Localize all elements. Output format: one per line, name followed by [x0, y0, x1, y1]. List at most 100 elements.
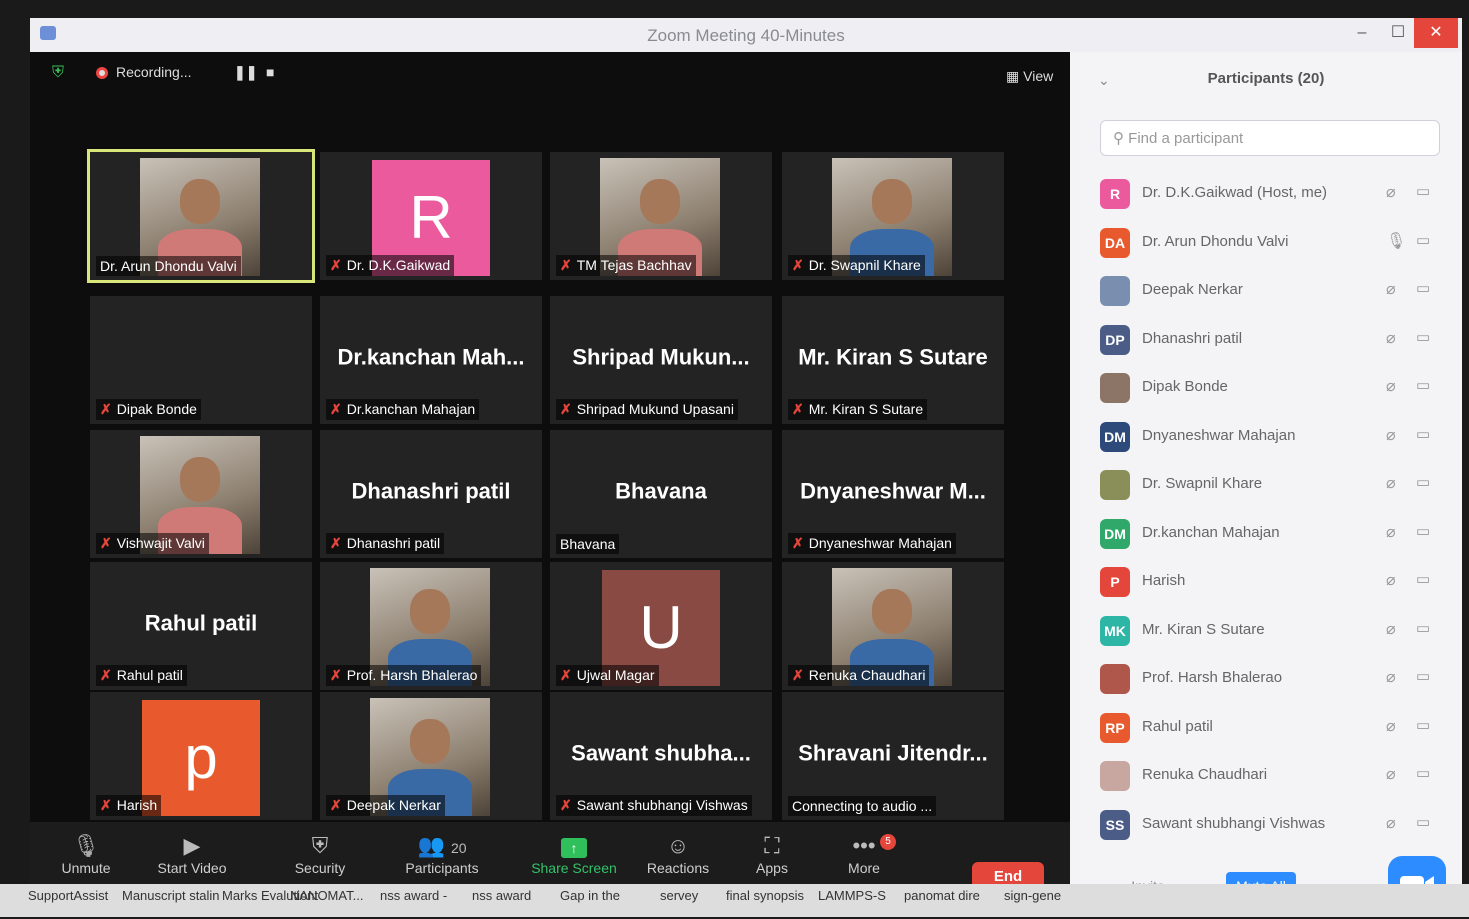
participant-row[interactable]: Renuka Chaudhari ⌀ ▭ — [1070, 752, 1462, 800]
participants-button[interactable]: 👥 20 Participants — [392, 832, 492, 876]
participant-tile[interactable]: p ✗ Harish — [90, 692, 312, 820]
pause-recording-icon[interactable]: ❚❚ — [234, 64, 257, 81]
mic-muted-icon[interactable]: ⌀ — [1386, 716, 1396, 736]
reactions-button[interactable]: ☺ Reactions — [628, 832, 728, 876]
mic-muted-icon[interactable]: ⌀ — [1386, 667, 1396, 687]
mic-muted-icon[interactable]: ⌀ — [1386, 473, 1396, 493]
mic-muted-icon[interactable]: ⌀ — [1386, 522, 1396, 542]
participant-search-input[interactable]: ⚲ Find a participant — [1100, 120, 1440, 156]
participant-tile[interactable]: Dnyaneshwar M... ✗ Dnyaneshwar Mahajan — [782, 430, 1004, 558]
participant-row[interactable]: Dipak Bonde ⌀ ▭ — [1070, 364, 1462, 412]
mic-muted-icon[interactable]: ⌀ — [1386, 813, 1396, 833]
camera-off-icon[interactable]: ▭ — [1416, 764, 1430, 782]
participant-tile[interactable]: ✗ Dr. Swapnil Khare — [782, 152, 1004, 280]
taskbar-item[interactable]: nss award - — [380, 888, 447, 903]
participant-row[interactable]: Deepak Nerkar ⌀ ▭ — [1070, 267, 1462, 315]
camera-off-icon[interactable]: ▭ — [1416, 425, 1430, 443]
shield-icon[interactable]: ⛨ — [52, 64, 64, 82]
apps-button[interactable]: ⛶ Apps — [722, 832, 822, 876]
participant-row[interactable]: DP Dhanashri patil ⌀ ▭ — [1070, 316, 1462, 364]
participant-row[interactable]: SS Sawant shubhangi Vishwas ⌀ ▭ — [1070, 801, 1462, 849]
participant-row[interactable]: MK Mr. Kiran S Sutare ⌀ ▭ — [1070, 607, 1462, 655]
mic-icon[interactable]: 🎙 — [1386, 231, 1406, 251]
participant-tile[interactable]: ✗ Renuka Chaudhari — [782, 562, 1004, 690]
participant-row[interactable]: DM Dr.kanchan Mahajan ⌀ ▭ — [1070, 510, 1462, 558]
mic-muted-icon[interactable]: ⌀ — [1386, 328, 1396, 348]
participant-row[interactable]: RP Rahul patil ⌀ ▭ — [1070, 704, 1462, 752]
camera-off-icon[interactable]: ▭ — [1416, 231, 1430, 249]
window-title: Zoom Meeting 40-Minutes — [647, 26, 845, 45]
participant-tile[interactable]: Shravani Jitendr... Connecting to audio .… — [782, 692, 1004, 820]
participant-tile[interactable]: Dr.kanchan Mah... ✗ Dr.kanchan Mahajan — [320, 296, 542, 424]
participant-tile[interactable]: Bhavana Bhavana — [550, 430, 772, 558]
camera-off-icon[interactable]: ▭ — [1416, 813, 1430, 831]
taskbar-item[interactable]: sign-gene — [1004, 888, 1061, 903]
participant-row[interactable]: R Dr. D.K.Gaikwad (Host, me) ⌀ ▭ — [1070, 170, 1462, 218]
participant-tile[interactable]: ✗ Prof. Harsh Bhalerao — [320, 562, 542, 690]
mic-muted-icon: ✗ — [330, 667, 342, 683]
taskbar-item[interactable]: Manuscript stalin — [122, 888, 220, 903]
taskbar-item[interactable]: nss award — [472, 888, 531, 903]
participant-row[interactable]: Prof. Harsh Bhalerao ⌀ ▭ — [1070, 655, 1462, 703]
mic-muted-icon[interactable]: ⌀ — [1386, 182, 1396, 202]
participant-row[interactable]: Dr. Swapnil Khare ⌀ ▭ — [1070, 461, 1462, 509]
more-button[interactable]: ••• More 5 — [814, 832, 914, 876]
participant-tile[interactable]: ✗ TM Tejas Bachhav — [550, 152, 772, 280]
taskbar-item[interactable]: SupportAssist — [28, 888, 108, 903]
mic-muted-icon[interactable]: ⌀ — [1386, 376, 1396, 396]
camera-off-icon[interactable]: ▭ — [1416, 279, 1430, 297]
security-button[interactable]: ⛨ Security — [270, 832, 370, 876]
close-button[interactable]: ✕ — [1414, 18, 1458, 48]
participant-display-name: Dr.kanchan Mah... — [337, 344, 525, 370]
recording-indicator: Recording... — [96, 64, 191, 80]
camera-off-icon[interactable]: ▭ — [1416, 570, 1430, 588]
taskbar-item[interactable]: panomat dire — [904, 888, 980, 903]
camera-off-icon[interactable]: ▭ — [1416, 376, 1430, 394]
participant-tile[interactable]: ✗ Vishwajit Valvi — [90, 430, 312, 558]
participant-avatar — [1100, 470, 1130, 500]
taskbar-item[interactable]: final synopsis — [726, 888, 804, 903]
participant-row[interactable]: DA Dr. Arun Dhondu Valvi 🎙 ▭ — [1070, 219, 1462, 267]
participant-tile[interactable]: Rahul patil ✗ Rahul patil — [90, 562, 312, 690]
participant-row[interactable]: P Harish ⌀ ▭ — [1070, 558, 1462, 606]
start-video-button[interactable]: ▶ Start Video — [142, 832, 242, 876]
participant-name: Renuka Chaudhari — [1142, 766, 1268, 783]
participant-tile[interactable]: ✗ Dipak Bonde — [90, 296, 312, 424]
taskbar-item[interactable]: NANOMAT... — [290, 888, 363, 903]
participant-name: Dr.kanchan Mahajan — [1142, 523, 1280, 541]
mic-muted-icon[interactable]: ⌀ — [1386, 570, 1396, 590]
camera-off-icon[interactable]: ▭ — [1416, 182, 1430, 200]
view-button[interactable]: ▦ View — [1006, 68, 1053, 85]
mic-muted-icon[interactable]: ⌀ — [1386, 425, 1396, 445]
participant-tile[interactable]: Mr. Kiran S Sutare ✗ Mr. Kiran S Sutare — [782, 296, 1004, 424]
participant-row[interactable]: DM Dnyaneshwar Mahajan ⌀ ▭ — [1070, 413, 1462, 461]
camera-off-icon[interactable]: ▭ — [1416, 667, 1430, 685]
unmute-button[interactable]: 🎙 Unmute — [36, 832, 136, 876]
video-off-icon: ▶ — [183, 833, 201, 858]
camera-off-icon[interactable]: ▭ — [1416, 716, 1430, 734]
participant-tile[interactable]: Shripad Mukun... ✗ Shripad Mukund Upasani — [550, 296, 772, 424]
participant-name-label: ✗ Ujwal Magar — [556, 665, 659, 686]
taskbar-item[interactable]: servey — [660, 888, 698, 903]
taskbar-item[interactable]: Gap in the — [560, 888, 620, 903]
camera-off-icon[interactable]: ▭ — [1416, 473, 1430, 491]
participant-tile[interactable]: U ✗ Ujwal Magar — [550, 562, 772, 690]
taskbar-item[interactable]: LAMMPS-S — [818, 888, 886, 903]
participant-tile[interactable]: Dr. Arun Dhondu Valvi — [87, 149, 315, 283]
mic-muted-icon: ✗ — [560, 797, 572, 813]
stop-recording-icon[interactable]: ■ — [266, 64, 274, 80]
participant-tile[interactable]: Sawant shubha... ✗ Sawant shubhangi Vishwa… — [550, 692, 772, 820]
camera-off-icon[interactable]: ▭ — [1416, 522, 1430, 540]
mic-muted-icon[interactable]: ⌀ — [1386, 764, 1396, 784]
participant-tile[interactable]: ✗ Deepak Nerkar — [320, 692, 542, 820]
camera-off-icon[interactable]: ▭ — [1416, 328, 1430, 346]
participant-tile[interactable]: Dhanashri patil ✗ Dhanashri patil — [320, 430, 542, 558]
camera-off-icon[interactable]: ▭ — [1416, 619, 1430, 637]
participant-name: Dr. D.K.Gaikwad (Host, me) — [1142, 184, 1328, 201]
participant-name: Dr. Swapnil Khare — [1142, 475, 1263, 492]
share-screen-button[interactable]: ↑ Share Screen — [524, 832, 624, 876]
mic-muted-icon[interactable]: ⌀ — [1386, 619, 1396, 639]
mic-muted-icon[interactable]: ⌀ — [1386, 279, 1396, 299]
participant-tile[interactable]: R ✗ Dr. D.K.Gaikwad — [320, 152, 542, 280]
participant-name: Dhanashri patil — [346, 535, 441, 551]
